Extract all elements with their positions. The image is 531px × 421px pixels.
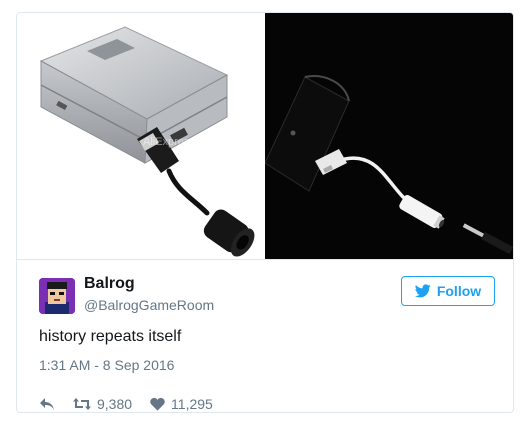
like-count: 11,295 [171, 396, 213, 412]
user-display-name[interactable]: Balrog [84, 275, 135, 293]
follow-button[interactable]: Follow [401, 276, 495, 306]
media-image-iphone-adapter[interactable] [265, 13, 513, 259]
heart-icon [150, 397, 165, 411]
retweet-button[interactable]: 9,380 [73, 396, 132, 412]
twitter-bird-icon [414, 284, 431, 298]
tweet-media: AliExpress [17, 13, 513, 259]
iphone-adapter-illustration [265, 75, 513, 255]
user-handle[interactable]: @BalrogGameRoom [84, 297, 214, 313]
gba-sp-illustration: AliExpress [39, 26, 255, 257]
reply-button[interactable] [39, 397, 55, 411]
tweet-actions: 9,380 11,295 [39, 395, 213, 412]
tweet-card: AliExpress Balrog @BalrogGameRoom Follow… [16, 12, 514, 413]
follow-button-label: Follow [436, 283, 482, 299]
avatar-image-icon [39, 278, 75, 314]
like-button[interactable]: 11,295 [150, 396, 213, 412]
retweet-icon [73, 398, 91, 410]
tweet-text: history repeats itself [39, 328, 182, 345]
tweet-timestamp[interactable]: 1:31 AM - 8 Sep 2016 [39, 357, 174, 373]
reply-icon [40, 398, 54, 410]
avatar[interactable] [39, 278, 75, 314]
media-image-gba-sp[interactable]: AliExpress [17, 13, 265, 259]
tweet-body: Balrog @BalrogGameRoom Follow history re… [17, 259, 513, 412]
retweet-count: 9,380 [97, 396, 133, 412]
watermark-text: AliExpress [143, 136, 195, 148]
